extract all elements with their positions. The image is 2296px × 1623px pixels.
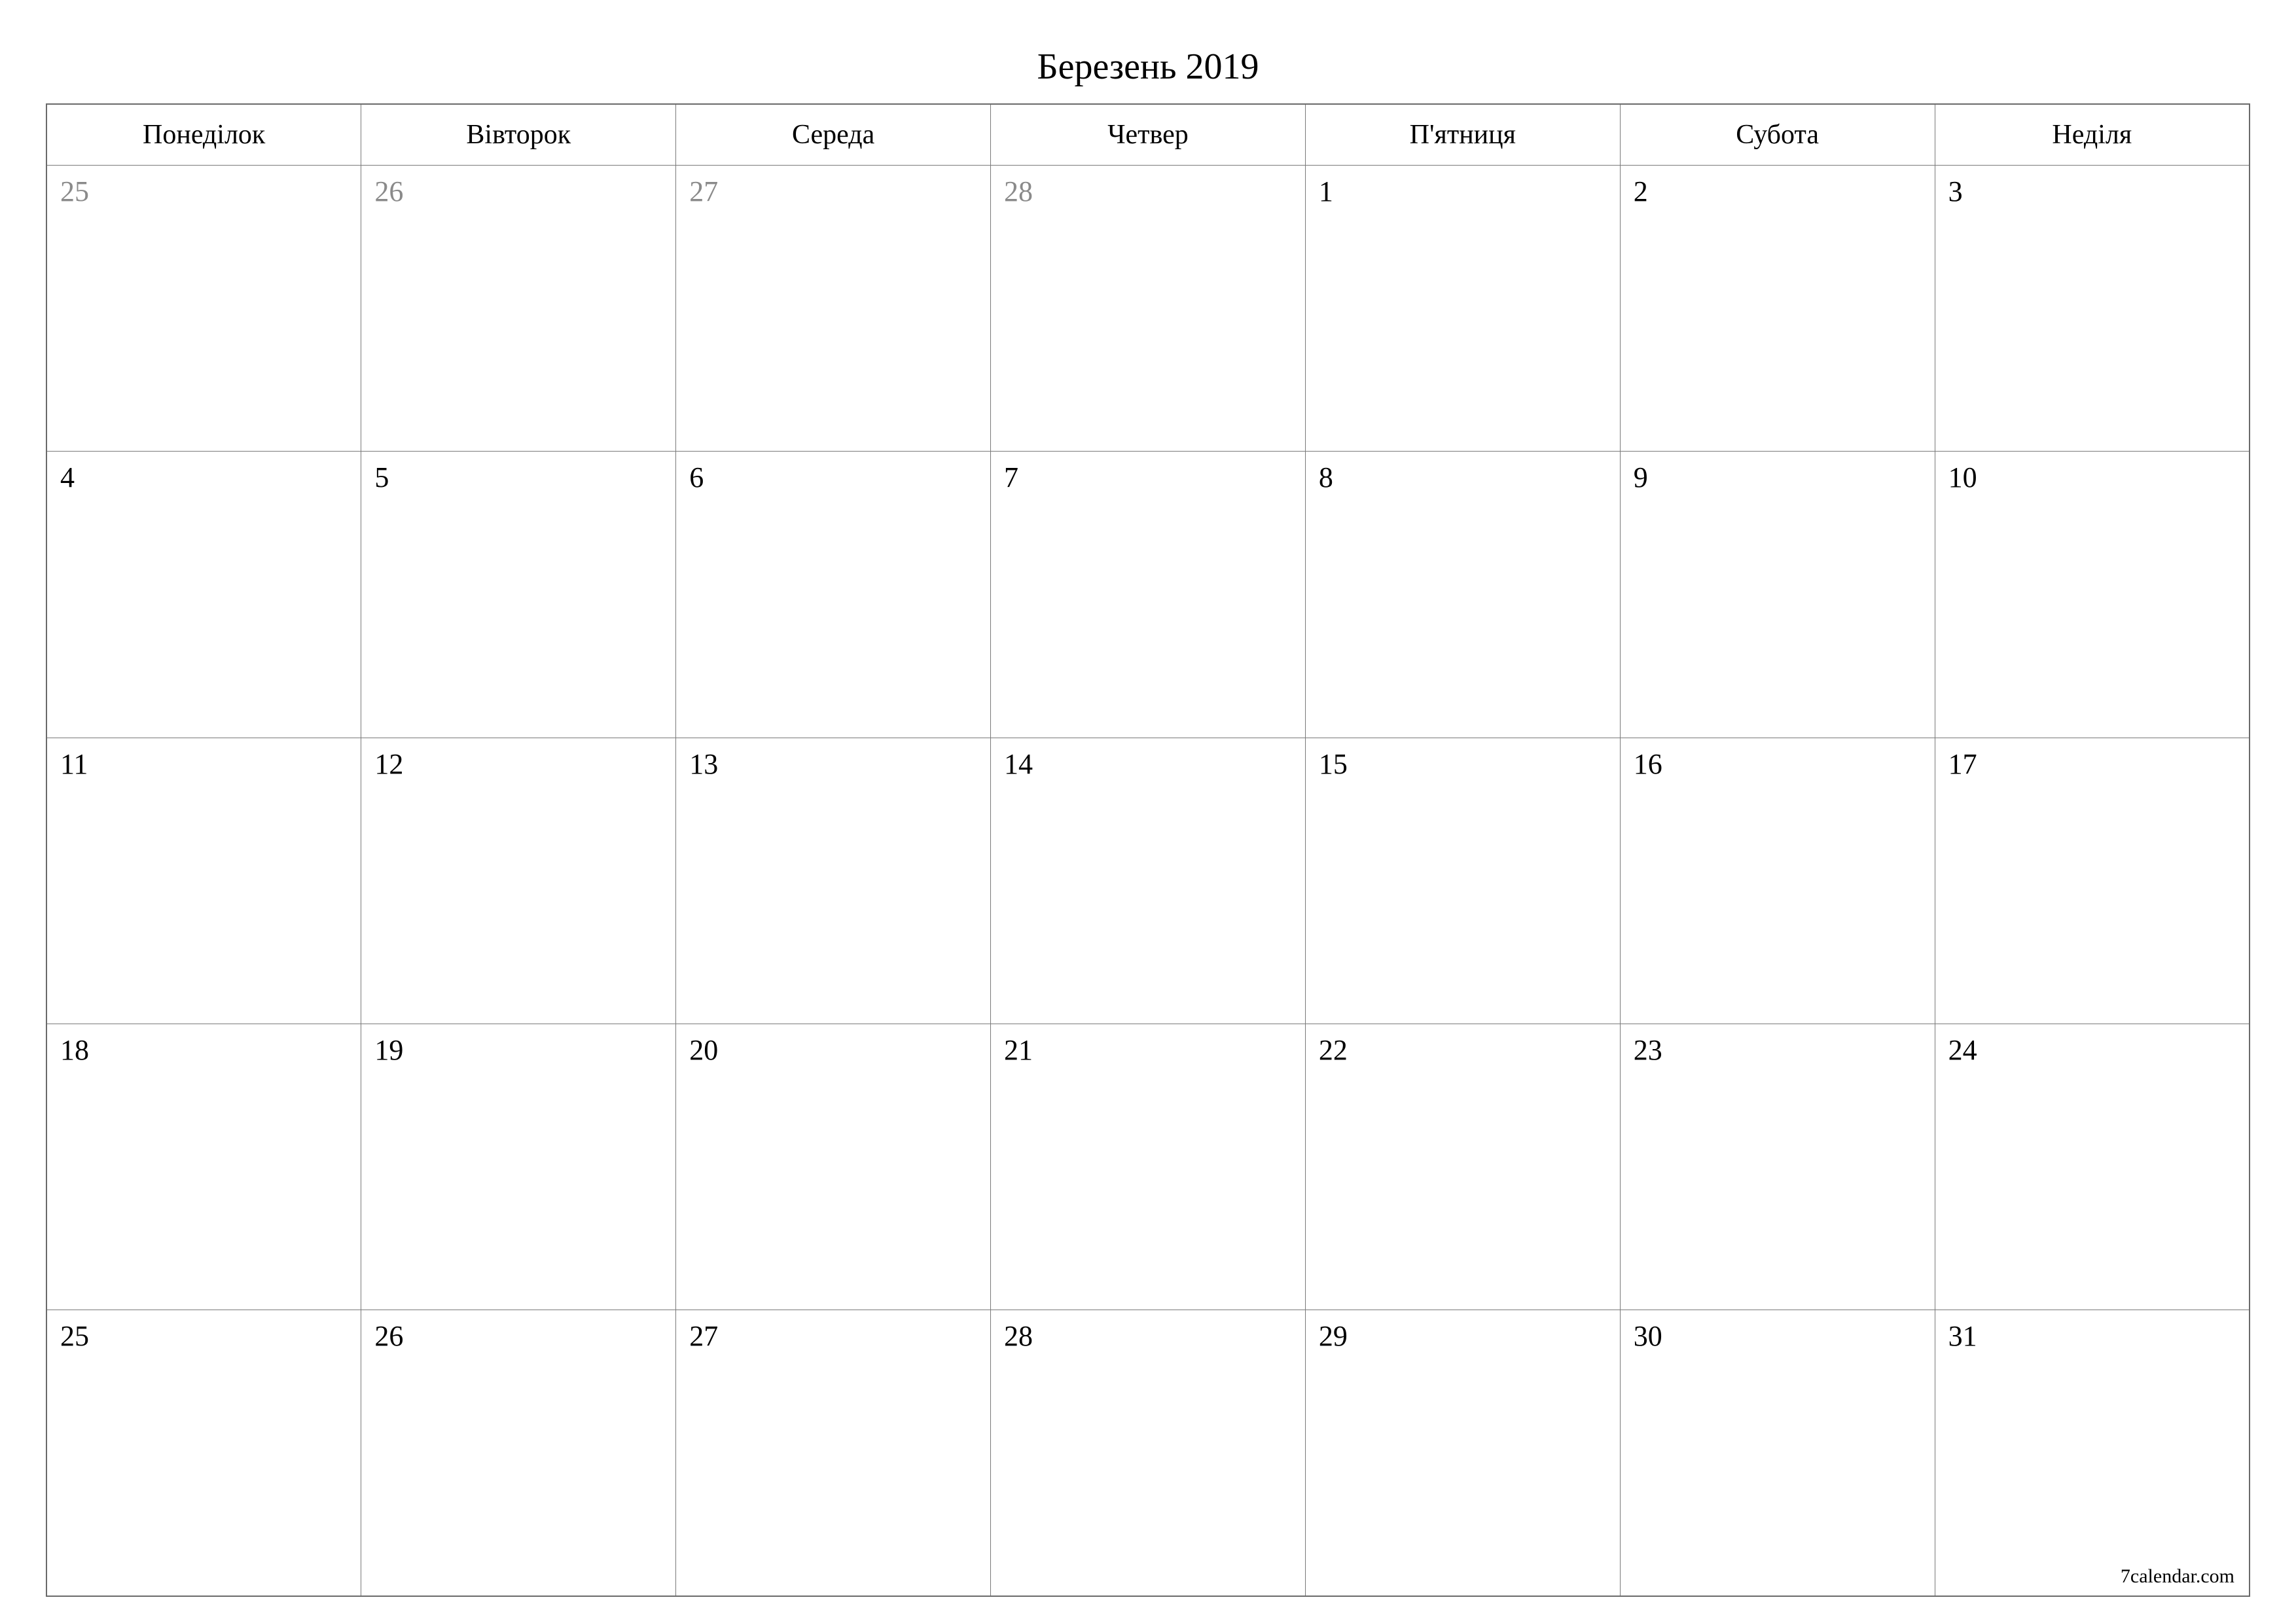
weekday-header: Понеділок — [46, 104, 361, 166]
day-cell: 20 — [676, 1024, 991, 1310]
day-cell: 13 — [676, 738, 991, 1024]
day-cell: 22 — [1305, 1024, 1620, 1310]
calendar-week-row: 25 26 27 28 29 30 31 7calendar.com — [46, 1310, 2250, 1596]
calendar-week-row: 11 12 13 14 15 16 17 — [46, 738, 2250, 1024]
calendar-week-row: 4 5 6 7 8 9 10 — [46, 452, 2250, 738]
calendar-week-row: 18 19 20 21 22 23 24 — [46, 1024, 2250, 1310]
weekday-header: Середа — [676, 104, 991, 166]
day-cell: 28 — [991, 1310, 1306, 1596]
weekday-header: Вівторок — [361, 104, 676, 166]
day-cell: 5 — [361, 452, 676, 738]
calendar-page: Березень 2019 Понеділок Вівторок Середа … — [0, 0, 2296, 1623]
day-cell: 25 — [46, 166, 361, 452]
day-cell: 15 — [1305, 738, 1620, 1024]
day-cell: 11 — [46, 738, 361, 1024]
day-cell: 29 — [1305, 1310, 1620, 1596]
day-cell: 1 — [1305, 166, 1620, 452]
weekday-header: Неділя — [1935, 104, 2250, 166]
day-cell: 18 — [46, 1024, 361, 1310]
day-cell: 19 — [361, 1024, 676, 1310]
day-cell: 9 — [1620, 452, 1935, 738]
day-cell: 21 — [991, 1024, 1306, 1310]
weekday-header: Четвер — [991, 104, 1306, 166]
calendar-week-row: 25 26 27 28 1 2 3 — [46, 166, 2250, 452]
day-cell: 27 — [676, 166, 991, 452]
day-cell: 23 — [1620, 1024, 1935, 1310]
weekday-header: Субота — [1620, 104, 1935, 166]
day-cell: 24 — [1935, 1024, 2250, 1310]
day-cell: 6 — [676, 452, 991, 738]
day-cell: 2 — [1620, 166, 1935, 452]
day-cell: 17 — [1935, 738, 2250, 1024]
day-cell: 7 — [991, 452, 1306, 738]
day-cell: 25 — [46, 1310, 361, 1596]
day-cell: 10 — [1935, 452, 2250, 738]
day-cell: 30 — [1620, 1310, 1935, 1596]
weekday-header: П'ятниця — [1305, 104, 1620, 166]
calendar-body: 25 26 27 28 1 2 3 4 5 6 7 8 9 10 11 12 1… — [46, 166, 2250, 1597]
day-cell: 16 — [1620, 738, 1935, 1024]
calendar-title: Березень 2019 — [46, 46, 2250, 88]
day-cell: 12 — [361, 738, 676, 1024]
day-cell: 28 — [991, 166, 1306, 452]
day-cell: 26 — [361, 166, 676, 452]
day-cell: 4 — [46, 452, 361, 738]
day-cell: 27 — [676, 1310, 991, 1596]
day-cell: 8 — [1305, 452, 1620, 738]
calendar-table: Понеділок Вівторок Середа Четвер П'ятниц… — [46, 103, 2250, 1597]
day-cell: 3 — [1935, 166, 2250, 452]
footer-credit: 7calendar.com — [2121, 1565, 2234, 1588]
calendar-header-row: Понеділок Вівторок Середа Четвер П'ятниц… — [46, 104, 2250, 166]
day-number: 31 — [1948, 1320, 1977, 1352]
day-cell: 31 7calendar.com — [1935, 1310, 2250, 1596]
day-cell: 26 — [361, 1310, 676, 1596]
day-cell: 14 — [991, 738, 1306, 1024]
